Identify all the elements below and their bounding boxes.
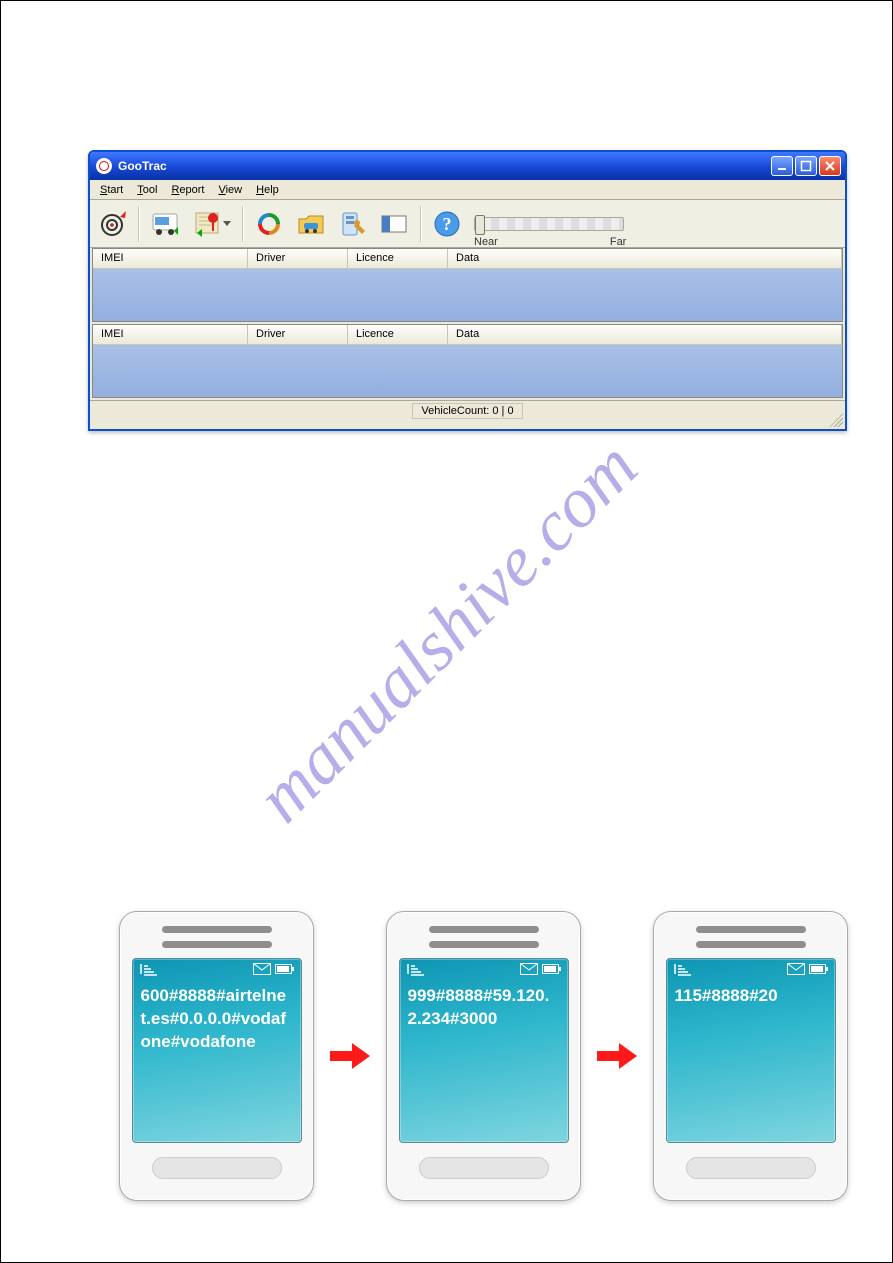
toolbar-separator bbox=[138, 206, 140, 242]
phone-home-button bbox=[419, 1157, 549, 1179]
window-title: GooTrac bbox=[118, 159, 771, 173]
map-pin-dropdown[interactable] bbox=[188, 204, 236, 244]
grid-header: IMEI Driver Licence Data bbox=[93, 249, 842, 269]
svg-text:?: ? bbox=[443, 214, 452, 234]
car-folder-icon[interactable] bbox=[292, 204, 330, 244]
phone-status-bar bbox=[667, 959, 835, 979]
grid-area: IMEI Driver Licence Data IMEI Driver Lic… bbox=[90, 248, 845, 398]
arrow-right-icon bbox=[595, 1041, 639, 1071]
tools-icon[interactable] bbox=[334, 204, 372, 244]
mail-icon bbox=[253, 963, 271, 975]
toolbar-separator bbox=[242, 206, 244, 242]
phone-mockup: 600#8888#airtelnet.es#0.0.0.0#vodafone#v… bbox=[119, 911, 314, 1201]
col-licence[interactable]: Licence bbox=[348, 325, 448, 344]
grid-header: IMEI Driver Licence Data bbox=[93, 325, 842, 345]
bus-map-icon[interactable] bbox=[146, 204, 184, 244]
close-button[interactable] bbox=[819, 156, 841, 176]
sms-text: 600#8888#airtelnet.es#0.0.0.0#vodafone#v… bbox=[133, 979, 301, 1060]
battery-icon bbox=[542, 963, 562, 975]
phone-speaker bbox=[696, 926, 806, 933]
menu-start[interactable]: Start bbox=[94, 183, 129, 197]
split-pane-icon[interactable] bbox=[376, 204, 414, 244]
phone-screen: 999#8888#59.120.2.234#3000 bbox=[399, 958, 569, 1143]
grid-body-empty[interactable] bbox=[93, 345, 842, 397]
menu-help[interactable]: Help bbox=[250, 183, 285, 197]
phones-row: 600#8888#airtelnet.es#0.0.0.0#vodafone#v… bbox=[119, 911, 848, 1201]
phone-mockup: 999#8888#59.120.2.234#3000 bbox=[386, 911, 581, 1201]
signal-icon bbox=[139, 962, 161, 976]
statusbar: VehicleCount: 0 | 0 bbox=[90, 400, 845, 420]
phone-status-bar bbox=[133, 959, 301, 979]
battery-icon bbox=[809, 963, 829, 975]
status-vehicle-count: VehicleCount: 0 | 0 bbox=[412, 403, 522, 419]
help-icon[interactable]: ? bbox=[428, 204, 466, 244]
phone-home-button bbox=[152, 1157, 282, 1179]
phone-home-button bbox=[686, 1157, 816, 1179]
col-data[interactable]: Data bbox=[448, 249, 842, 268]
chevron-down-icon bbox=[223, 221, 231, 226]
phone-speaker bbox=[429, 926, 539, 933]
battery-icon bbox=[275, 963, 295, 975]
target-icon[interactable] bbox=[94, 204, 132, 244]
minimize-button[interactable] bbox=[771, 156, 793, 176]
toolbar-separator bbox=[420, 206, 422, 242]
document-page: manualshive.com GooTrac Start Tool bbox=[0, 0, 893, 1263]
signal-icon bbox=[673, 962, 695, 976]
col-imei[interactable]: IMEI bbox=[93, 249, 248, 268]
gootrac-window: GooTrac Start Tool Report View Help Star bbox=[88, 150, 847, 431]
phone-status-bar bbox=[400, 959, 568, 979]
col-driver[interactable]: Driver bbox=[248, 325, 348, 344]
col-imei[interactable]: IMEI bbox=[93, 325, 248, 344]
menu-tool[interactable]: Tool bbox=[131, 183, 163, 197]
phone-speaker bbox=[696, 941, 806, 948]
recycle-icon[interactable] bbox=[250, 204, 288, 244]
phone-speaker bbox=[162, 926, 272, 933]
menu-report[interactable]: Report bbox=[165, 183, 210, 197]
sms-text: 115#8888#20 bbox=[667, 979, 835, 1014]
col-data[interactable]: Data bbox=[448, 325, 842, 344]
zoom-slider-track[interactable] bbox=[474, 217, 624, 231]
zoom-near-label: Near bbox=[474, 236, 498, 248]
toolbar: ? Near Far bbox=[90, 200, 845, 248]
col-driver[interactable]: Driver bbox=[248, 249, 348, 268]
vehicle-grid-top: IMEI Driver Licence Data bbox=[92, 248, 843, 322]
phone-mockup: 115#8888#20 bbox=[653, 911, 848, 1201]
maximize-button[interactable] bbox=[795, 156, 817, 176]
resize-grip[interactable] bbox=[829, 413, 843, 427]
menu-view[interactable]: View bbox=[212, 183, 248, 197]
phone-speaker bbox=[429, 941, 539, 948]
zoom-slider-thumb[interactable] bbox=[475, 215, 485, 235]
vehicle-grid-bottom: IMEI Driver Licence Data bbox=[92, 324, 843, 398]
titlebar[interactable]: GooTrac bbox=[90, 152, 845, 180]
col-licence[interactable]: Licence bbox=[348, 249, 448, 268]
signal-icon bbox=[406, 962, 428, 976]
mail-icon bbox=[520, 963, 538, 975]
watermark-text: manualshive.com bbox=[240, 425, 654, 839]
sms-text: 999#8888#59.120.2.234#3000 bbox=[400, 979, 568, 1037]
mail-icon bbox=[787, 963, 805, 975]
arrow-right-icon bbox=[328, 1041, 372, 1071]
menubar: Start Tool Report View Help Start Tool R… bbox=[90, 180, 845, 200]
window-controls bbox=[771, 156, 841, 176]
phone-speaker bbox=[162, 941, 272, 948]
phone-screen: 115#8888#20 bbox=[666, 958, 836, 1143]
phone-screen: 600#8888#airtelnet.es#0.0.0.0#vodafone#v… bbox=[132, 958, 302, 1143]
zoom-far-label: Far bbox=[610, 236, 627, 248]
grid-body-empty[interactable] bbox=[93, 269, 842, 321]
app-icon bbox=[96, 158, 112, 174]
